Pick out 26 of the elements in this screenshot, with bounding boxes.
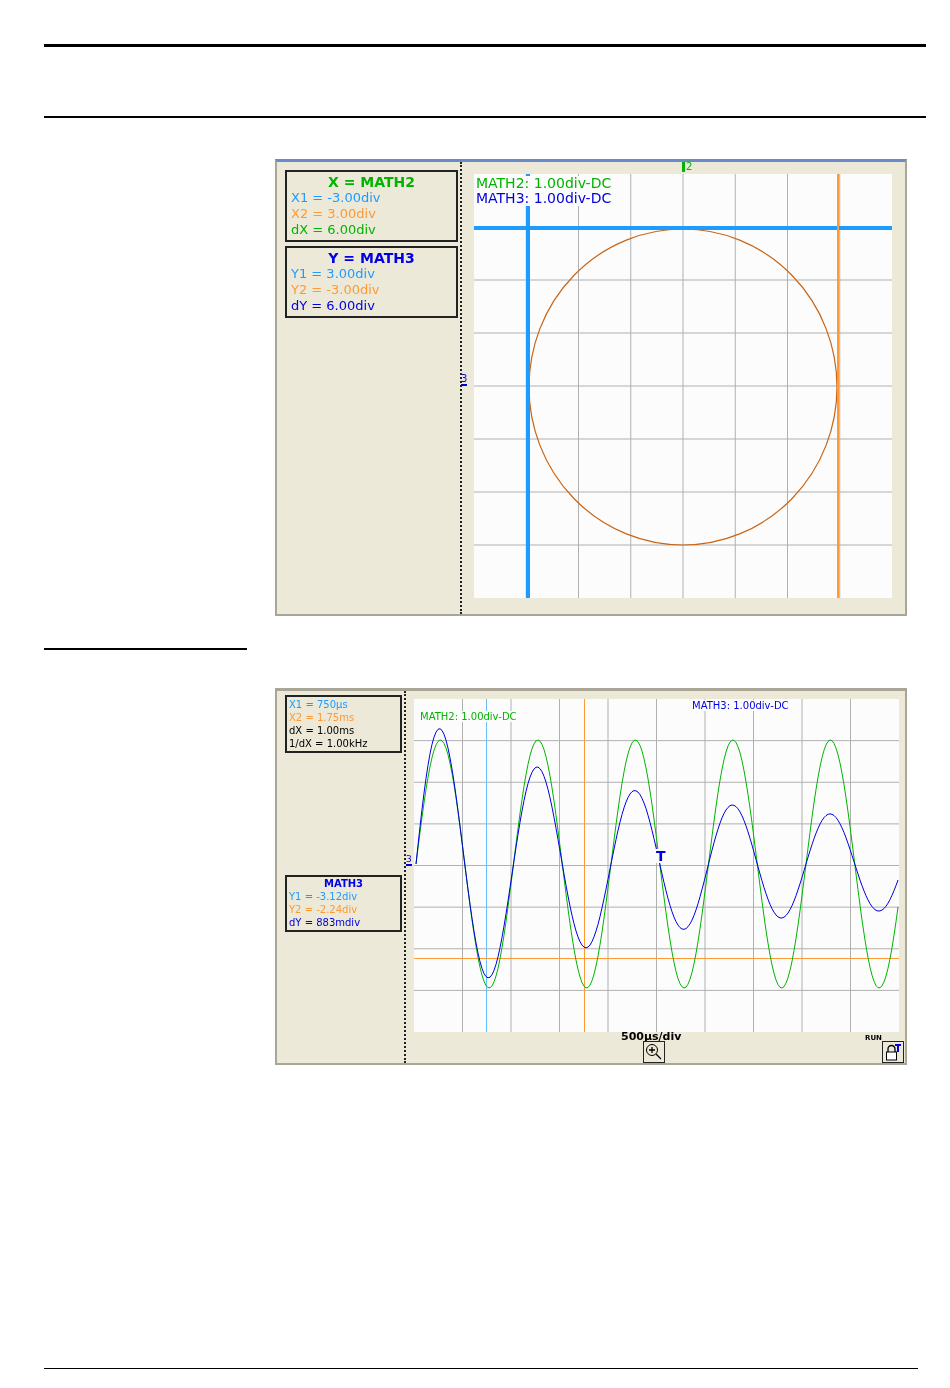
trace-label: MATH3: 1.00div-DC [476, 191, 612, 207]
cursor-line[interactable] [414, 958, 899, 959]
zoom-in-icon[interactable] [643, 1041, 665, 1063]
cursor-line[interactable] [486, 699, 487, 1032]
readout-value: Y2 = -3.00div [291, 282, 381, 299]
trigger-marker[interactable]: T [656, 849, 666, 863]
readout-title: Y = MATH3 [327, 250, 416, 267]
trace-label: MATH2: 1.00div-DC [476, 176, 612, 192]
readout-value: X1 = -3.00div [291, 190, 382, 207]
lock-icon[interactable] [882, 1041, 904, 1063]
readout-value: X2 = 1.75ms [289, 711, 356, 724]
trace-label: MATH3: 1.00div-DC [692, 700, 789, 711]
readout-value: dX = 1.00ms [289, 724, 356, 737]
readout-value: dY = 6.00div [291, 298, 376, 315]
readout-title: MATH3 [322, 878, 365, 890]
trace-label: MATH2: 1.00div-DC [420, 711, 517, 722]
readout-value: 1/dX = 1.00kHz [289, 737, 369, 750]
timebase-label: 500µs/div [621, 1030, 682, 1043]
readout-value: Y2 = -2.24div [289, 902, 359, 916]
readout-value: X2 = 3.00div [291, 206, 377, 223]
readout-value: dX = 6.00div [291, 222, 377, 239]
readout-value: Y1 = -3.12div [289, 889, 359, 903]
readout-value: dY = 883mdiv [289, 915, 362, 929]
readout-value: X1 = 750µs [289, 698, 349, 711]
readout-title: X = MATH2 [327, 174, 416, 191]
readout-value: Y1 = 3.00div [291, 266, 376, 283]
